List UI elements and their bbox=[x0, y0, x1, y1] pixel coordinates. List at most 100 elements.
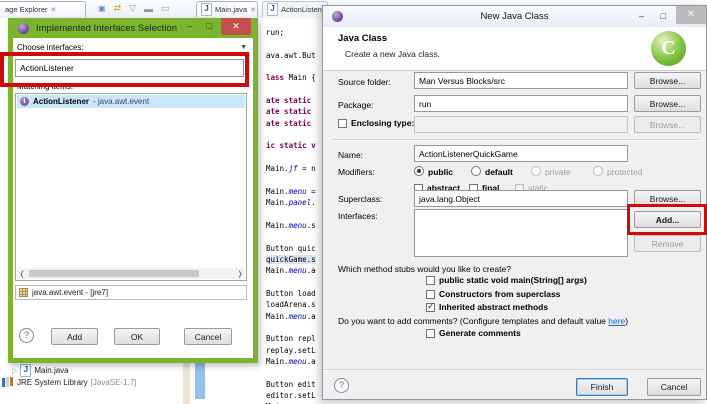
modifier-protected-radio bbox=[593, 166, 603, 176]
scrollbar-thumb[interactable] bbox=[195, 361, 205, 399]
modifier-public-radio[interactable] bbox=[414, 166, 424, 176]
tree-item-label: Main.java bbox=[34, 366, 69, 375]
modifier-default-radio[interactable] bbox=[471, 166, 481, 176]
tab-label: ActionListen bbox=[281, 5, 322, 14]
stub-constructors-label: Constructors from superclass bbox=[439, 289, 561, 299]
screenshot-root: age Explorer ✕ ▣ ⇄ ▽ ▬ ▭ J Main.java ✕ J… bbox=[0, 0, 707, 404]
wizard-header: Java Class Create a new Java class. C bbox=[323, 27, 706, 71]
tree-item-jre-library[interactable]: JRE System Library [JavaSE-1.7] bbox=[2, 377, 137, 387]
list-item-actionlistener[interactable]: I ActionListener - java.awt.event bbox=[17, 95, 245, 108]
minimize-icon[interactable]: – bbox=[639, 11, 644, 21]
library-books-icon bbox=[2, 377, 13, 387]
tab-main-java[interactable]: J Main.java ✕ bbox=[196, 1, 258, 17]
collapse-all-icon[interactable]: ▣ bbox=[98, 4, 106, 13]
item-name: ActionListener bbox=[33, 97, 90, 106]
interface-icon: I bbox=[20, 97, 29, 106]
wizard-title: New Java Class bbox=[480, 11, 549, 22]
generate-comments-checkbox[interactable] bbox=[426, 329, 435, 338]
item-package: - java.awt.event bbox=[93, 97, 150, 106]
minimize-view-icon[interactable]: ▬ bbox=[144, 4, 153, 14]
qualifier-text: java.awt.event - [jre7] bbox=[32, 288, 109, 297]
stub-inherited-label: Inherited abstract methods bbox=[439, 302, 549, 312]
class-wizard-icon: C bbox=[651, 31, 686, 66]
superclass-label: Superclass: bbox=[338, 194, 383, 204]
enclosing-type-input[interactable] bbox=[414, 116, 628, 133]
maximize-icon[interactable]: □ bbox=[207, 21, 212, 31]
wizard-titlebar[interactable]: New Java Class – □ ✕ bbox=[323, 6, 706, 27]
link-with-editor-icon[interactable]: ⇄ bbox=[114, 3, 122, 14]
view-menu-icon[interactable]: ▽ bbox=[129, 3, 136, 14]
stub-main-label: public static void main(String[] args) bbox=[439, 275, 587, 285]
interfaces-list[interactable] bbox=[414, 209, 628, 257]
modifier-private-label: private bbox=[545, 167, 571, 177]
browse-package-button[interactable]: Browse... bbox=[634, 95, 701, 112]
modifiers-label: Modifiers: bbox=[338, 167, 375, 177]
help-icon[interactable]: ? bbox=[19, 328, 34, 343]
cancel-button[interactable]: Cancel bbox=[647, 378, 701, 396]
add-button[interactable]: Add bbox=[51, 328, 98, 345]
maximize-icon[interactable]: □ bbox=[661, 11, 666, 21]
matching-items-list[interactable]: I ActionListener - java.awt.event ❬ ❭ bbox=[15, 93, 247, 281]
close-icon[interactable]: ✕ bbox=[51, 6, 57, 14]
interfaces-label: Interfaces: bbox=[338, 211, 378, 221]
close-icon[interactable]: ✕ bbox=[221, 18, 251, 35]
scroll-left-icon[interactable]: ❬ bbox=[19, 270, 25, 278]
package-icon bbox=[19, 288, 28, 297]
tree-item-label: JRE System Library bbox=[17, 377, 88, 387]
generate-comments-label: Generate comments bbox=[439, 328, 521, 338]
comments-question-suffix: ) bbox=[625, 316, 629, 326]
choose-interfaces-label: Choose interfaces: bbox=[17, 43, 84, 52]
scroll-right-icon[interactable]: ❭ bbox=[237, 270, 243, 278]
view-menu-icon[interactable]: ▼ bbox=[240, 44, 247, 51]
source-folder-label: Source folder: bbox=[338, 77, 391, 87]
stubs-question: Which method stubs would you like to cre… bbox=[338, 264, 511, 274]
scrollbar-thumb[interactable] bbox=[29, 270, 199, 277]
view-toolbar: ▣ ⇄ ▽ ▬ ▭ bbox=[98, 3, 170, 14]
minimize-icon[interactable]: – bbox=[187, 21, 192, 31]
callout-add-button bbox=[627, 204, 707, 235]
comments-question-text: Do you want to add comments? (Configure … bbox=[338, 316, 609, 326]
eclipse-window-icon bbox=[332, 11, 343, 22]
enclosing-type-label: Enclosing type: bbox=[351, 118, 415, 128]
cancel-button[interactable]: Cancel bbox=[184, 328, 232, 345]
stub-constructors-checkbox[interactable] bbox=[426, 290, 435, 299]
name-label: Name: bbox=[338, 150, 364, 160]
java-file-icon: J bbox=[20, 364, 32, 377]
modifier-private-radio bbox=[531, 166, 541, 176]
tree-item-suffix: [JavaSE-1.7] bbox=[90, 377, 137, 387]
enclosing-type-checkbox[interactable] bbox=[338, 119, 347, 128]
java-file-icon: J bbox=[201, 3, 212, 16]
modifier-protected-label: protected bbox=[607, 167, 643, 177]
expand-arrow-icon[interactable]: ▷ bbox=[12, 367, 17, 375]
new-java-class-dialog: New Java Class – □ ✕ Java Class Create a… bbox=[322, 5, 707, 400]
comments-question: Do you want to add comments? (Configure … bbox=[338, 316, 628, 326]
close-icon[interactable]: ✕ bbox=[676, 6, 706, 24]
close-icon[interactable]: ✕ bbox=[250, 6, 256, 14]
configure-templates-link[interactable]: here bbox=[608, 316, 625, 326]
tab-package-explorer[interactable]: age Explorer ✕ bbox=[0, 1, 86, 17]
browse-source-button[interactable]: Browse... bbox=[634, 72, 701, 89]
eclipse-window-icon bbox=[18, 22, 29, 34]
wizard-header-title: Java Class bbox=[338, 33, 388, 44]
package-input[interactable]: run bbox=[414, 95, 628, 112]
java-file-icon: J bbox=[267, 3, 278, 16]
name-input[interactable]: ActionListenerQuickGame bbox=[414, 145, 628, 162]
stub-main-checkbox[interactable] bbox=[426, 276, 435, 285]
horizontal-scrollbar[interactable]: ❬ ❭ bbox=[17, 268, 245, 279]
browse-enclosing-button: Browse... bbox=[634, 116, 701, 133]
tree-item-main-java[interactable]: ▷ J Main.java bbox=[12, 364, 69, 377]
qualifier-status: java.awt.event - [jre7] bbox=[15, 285, 247, 300]
sash-divider[interactable] bbox=[183, 361, 190, 404]
ok-button[interactable]: OK bbox=[114, 328, 160, 345]
maximize-view-icon[interactable]: ▭ bbox=[161, 3, 170, 14]
help-icon[interactable]: ? bbox=[334, 378, 349, 393]
package-label: Package: bbox=[338, 100, 374, 110]
tab-actionlistener[interactable]: J ActionListen bbox=[262, 1, 328, 17]
wizard-header-subtitle: Create a new Java class. bbox=[345, 49, 440, 59]
tab-label: Main.java bbox=[215, 5, 248, 14]
tab-label: age Explorer bbox=[5, 5, 48, 14]
stub-inherited-checkbox[interactable] bbox=[426, 303, 435, 312]
finish-button[interactable]: Finish bbox=[576, 378, 628, 396]
source-folder-input[interactable]: Man Versus Blocks/src bbox=[414, 72, 628, 89]
superclass-input[interactable]: java.lang.Object bbox=[414, 190, 628, 207]
